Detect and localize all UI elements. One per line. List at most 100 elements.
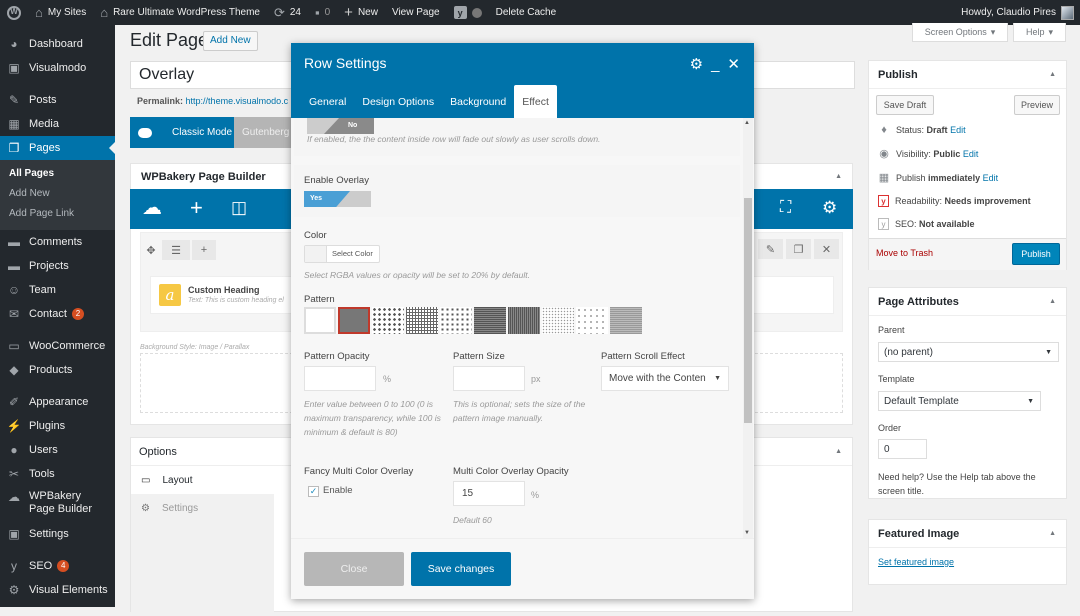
submenu-add-page-link[interactable]: Add Page Link — [0, 204, 115, 224]
sidebar-item-pages[interactable]: ❐ Pages — [0, 136, 115, 160]
clone-icon[interactable]: ❐ — [786, 239, 811, 259]
cloud-icon[interactable]: ☁ — [142, 197, 162, 219]
gear-icon: ⚙ — [141, 502, 150, 514]
edit-visibility-link[interactable]: Edit — [963, 149, 979, 159]
edit-icon[interactable]: ✎ — [758, 239, 783, 259]
pattern-option-dots-medium[interactable] — [440, 307, 472, 334]
pattern-option-lines-vertical[interactable] — [508, 307, 540, 334]
view-page-link[interactable]: View Page — [385, 0, 447, 25]
pattern-option-grid-fine[interactable] — [610, 307, 642, 334]
collapse-toggle-icon[interactable]: ▲ — [1049, 298, 1056, 305]
permalink-link[interactable]: http://theme.visualmodo.c — [186, 96, 289, 106]
sidebar-item-dashboard[interactable]: ◕ Dashboard — [0, 32, 115, 56]
set-featured-image-link[interactable]: Set featured image — [878, 557, 954, 567]
parent-select[interactable]: (no parent) ▼ — [878, 342, 1059, 362]
pattern-scroll-effect-select[interactable]: Move with the Conten ▼ — [601, 366, 729, 391]
sidebar-item-seo[interactable]: y SEO 4 — [0, 554, 115, 578]
multi-color-opacity-input[interactable]: 15 — [453, 481, 525, 506]
pattern-option-lines-horizontal[interactable] — [474, 307, 506, 334]
sidebar-item-plugins[interactable]: ⚡ Plugins — [0, 414, 115, 438]
sidebar-item-projects[interactable]: ▬ Projects — [0, 254, 115, 278]
save-draft-button[interactable]: Save Draft — [876, 95, 934, 115]
order-input[interactable]: 0 — [878, 439, 927, 459]
pattern-option-dots-fine[interactable] — [542, 307, 574, 334]
delete-cache-link[interactable]: Delete Cache — [489, 0, 564, 25]
move-to-trash-link[interactable]: Move to Trash — [876, 248, 933, 258]
edit-schedule-link[interactable]: Edit — [983, 173, 999, 183]
template-select[interactable]: Default Template ▼ — [878, 391, 1041, 411]
pattern-option-dots-large[interactable] — [372, 307, 404, 334]
add-element-icon[interactable]: + — [190, 197, 203, 219]
add-new-button[interactable]: Add New — [203, 31, 258, 51]
pattern-option-grid[interactable] — [406, 307, 438, 334]
submenu-add-new[interactable]: Add New — [0, 184, 115, 204]
move-icon[interactable]: ✥ — [142, 240, 160, 260]
account-menu[interactable]: Howdy, Claudio Pires — [954, 0, 1080, 25]
sidebar-item-visualmodo[interactable]: ▣ Visualmodo — [0, 56, 115, 80]
sidebar-item-contact[interactable]: ✉ Contact 2 — [0, 302, 115, 326]
select-color-button[interactable]: Select Color — [304, 245, 380, 263]
templates-icon[interactable]: ◫ — [231, 197, 247, 219]
minimize-icon[interactable]: _ — [711, 56, 719, 73]
classic-mode-button[interactable]: Classic Mode — [130, 117, 234, 148]
submenu-all-pages[interactable]: All Pages — [0, 164, 115, 184]
scrollbar-thumb[interactable] — [744, 198, 752, 423]
sidebar-item-visual-elements[interactable]: ⚙ Visual Elements — [0, 578, 115, 602]
sidebar-item-users[interactable]: ● Users — [0, 438, 115, 462]
yoast-menu[interactable]: y — [447, 0, 489, 25]
save-changes-button[interactable]: Save changes — [411, 552, 511, 586]
pattern-option-solid[interactable] — [338, 307, 370, 334]
tab-effect[interactable]: Effect — [514, 85, 557, 118]
my-sites-menu[interactable]: ⌂ My Sites — [28, 0, 93, 25]
pattern-option-none[interactable] — [304, 307, 336, 334]
sidebar-item-tools[interactable]: ✂ Tools — [0, 462, 115, 486]
screen-options-button[interactable]: Screen Options ▾ — [912, 23, 1008, 42]
comments-menu[interactable]: ▪ 0 — [308, 0, 337, 25]
settings-gear-icon[interactable]: ⚙ — [822, 197, 837, 219]
modal-scrollbar[interactable]: ▲ ▼ — [743, 118, 753, 538]
collapse-toggle-icon[interactable]: ▲ — [835, 448, 842, 455]
sidebar-item-comments[interactable]: ▬ Comments — [0, 230, 115, 254]
delete-icon[interactable]: ✕ — [814, 239, 839, 259]
site-name-menu[interactable]: ⌂ Rare Ultimate WordPress Theme — [93, 0, 267, 25]
sidebar-item-media[interactable]: ▦ Media — [0, 112, 115, 136]
publish-button[interactable]: Publish — [1012, 243, 1060, 265]
scroll-down-icon[interactable]: ▼ — [744, 530, 750, 536]
sidebar-item-woocommerce[interactable]: ▭ WooCommerce — [0, 334, 115, 358]
gear-icon[interactable]: ⚙ — [690, 55, 703, 73]
sidebar-item-appearance[interactable]: ✐ Appearance — [0, 390, 115, 414]
options-tab-settings[interactable]: ⚙ Settings — [131, 494, 274, 522]
gutenberg-button[interactable]: Gutenberg — [234, 117, 294, 148]
scroll-up-icon[interactable]: ▲ — [744, 120, 750, 126]
sidebar-item-posts[interactable]: ✎ Posts — [0, 88, 115, 112]
wp-logo-menu[interactable] — [0, 0, 28, 25]
sidebar-item-wpbakery[interactable]: ☁ WPBakery Page Builder — [0, 486, 115, 522]
close-button[interactable]: Close — [304, 552, 404, 586]
enable-overlay-switch[interactable]: Yes — [304, 191, 371, 207]
edit-status-link[interactable]: Edit — [950, 125, 966, 135]
new-content-menu[interactable]: + New — [337, 0, 385, 25]
sidebar-item-settings[interactable]: ▣ Settings — [0, 522, 115, 546]
tab-background[interactable]: Background — [442, 85, 514, 118]
close-icon[interactable]: ✕ — [727, 55, 740, 73]
collapse-toggle-icon[interactable]: ▲ — [835, 173, 842, 180]
sidebar-item-team[interactable]: ☺ Team — [0, 278, 115, 302]
tab-design-options[interactable]: Design Options — [354, 85, 442, 118]
collapse-toggle-icon[interactable]: ▲ — [1049, 71, 1056, 78]
layout-icon[interactable]: ☰ — [162, 240, 190, 260]
comment-icon: ▬ — [8, 235, 20, 249]
fullscreen-icon[interactable]: ⛶ — [780, 197, 791, 219]
pattern-opacity-input[interactable] — [304, 366, 376, 391]
preview-button[interactable]: Preview — [1014, 95, 1060, 115]
pattern-size-input[interactable] — [453, 366, 525, 391]
pattern-option-dots-sparse[interactable] — [576, 307, 608, 334]
collapse-toggle-icon[interactable]: ▲ — [1049, 530, 1056, 537]
add-column-icon[interactable]: + — [192, 240, 216, 260]
sidebar-item-products[interactable]: ◆ Products — [0, 358, 115, 382]
options-tab-layout[interactable]: ▭ Layout — [131, 466, 274, 494]
help-button[interactable]: Help ▾ — [1013, 23, 1066, 42]
fancy-overlay-checkbox[interactable]: ✓ — [308, 486, 319, 497]
updates-menu[interactable]: ⟳ 24 — [267, 0, 308, 25]
tab-general[interactable]: General — [301, 85, 354, 118]
modal-header[interactable]: Row Settings ⚙ _ ✕ General Design Option… — [291, 43, 754, 118]
